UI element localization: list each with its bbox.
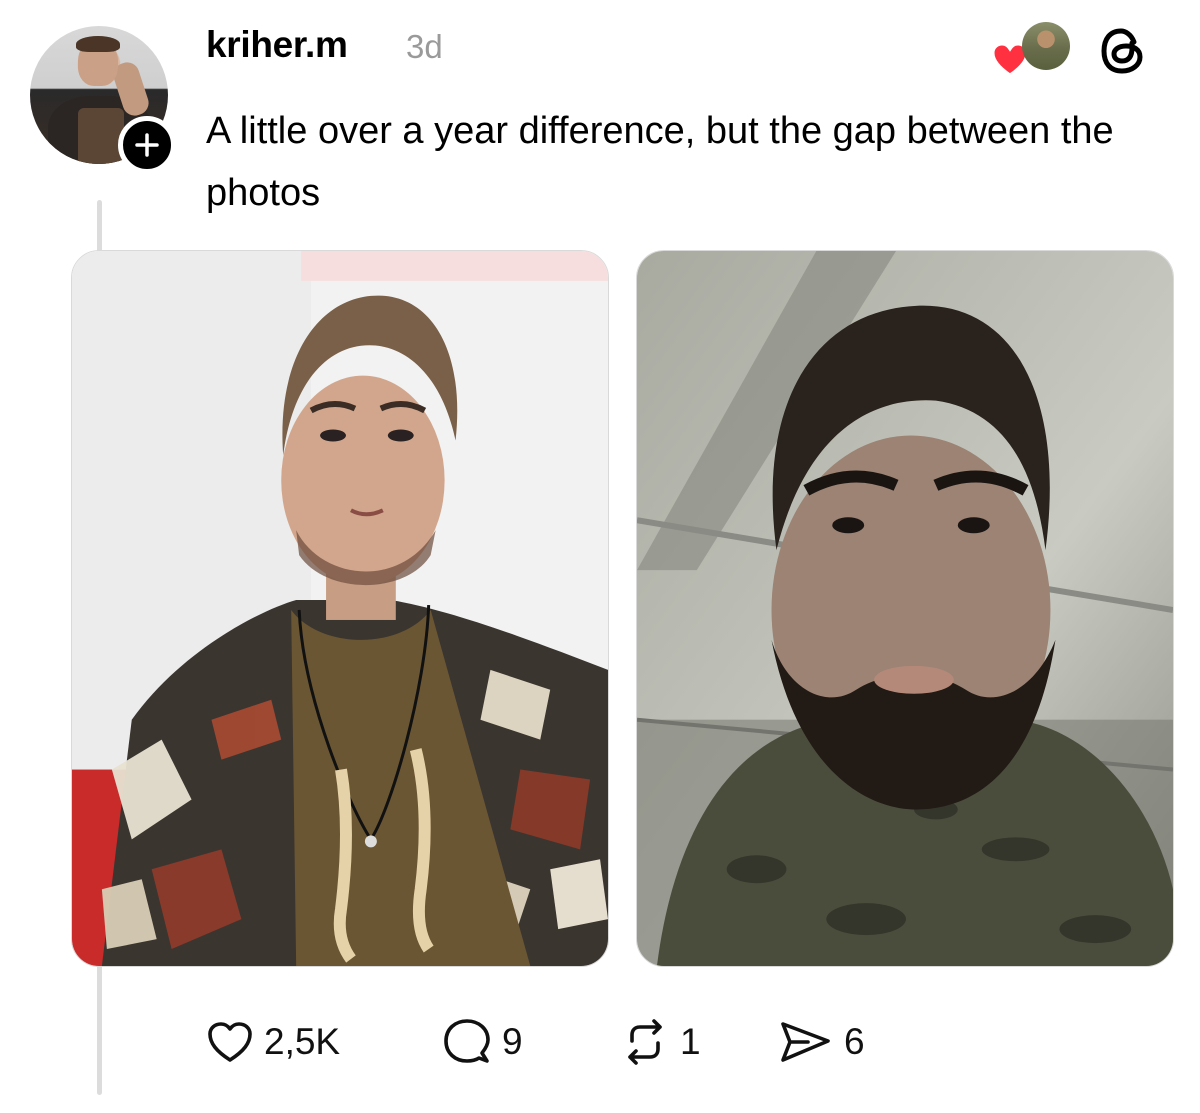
like-button[interactable]: 2,5K bbox=[206, 1012, 340, 1072]
like-count: 2,5K bbox=[264, 1021, 341, 1062]
liker-avatar[interactable] bbox=[1022, 22, 1070, 70]
reply-bubble-icon bbox=[444, 1019, 490, 1063]
repost-button[interactable]: 1 bbox=[620, 1012, 701, 1072]
repost-icon bbox=[628, 1019, 662, 1065]
share-send-icon bbox=[781, 1022, 830, 1062]
share-button[interactable]: 6 bbox=[778, 1012, 865, 1072]
author-username[interactable]: kriher.m bbox=[206, 24, 348, 66]
photo-after[interactable] bbox=[636, 250, 1174, 967]
follow-button[interactable] bbox=[118, 116, 176, 174]
follow-plus-icon bbox=[135, 133, 159, 157]
post-time: 3d bbox=[406, 28, 443, 65]
like-heart-icon bbox=[208, 1022, 252, 1062]
repost-count: 1 bbox=[680, 1021, 701, 1062]
post-text: A little over a year difference, but the… bbox=[206, 110, 1114, 214]
share-count: 6 bbox=[844, 1021, 865, 1062]
threads-logo-icon[interactable] bbox=[1096, 24, 1150, 78]
reply-count: 9 bbox=[502, 1021, 523, 1062]
photo-before[interactable] bbox=[71, 250, 609, 967]
reply-button[interactable]: 9 bbox=[442, 1012, 523, 1072]
